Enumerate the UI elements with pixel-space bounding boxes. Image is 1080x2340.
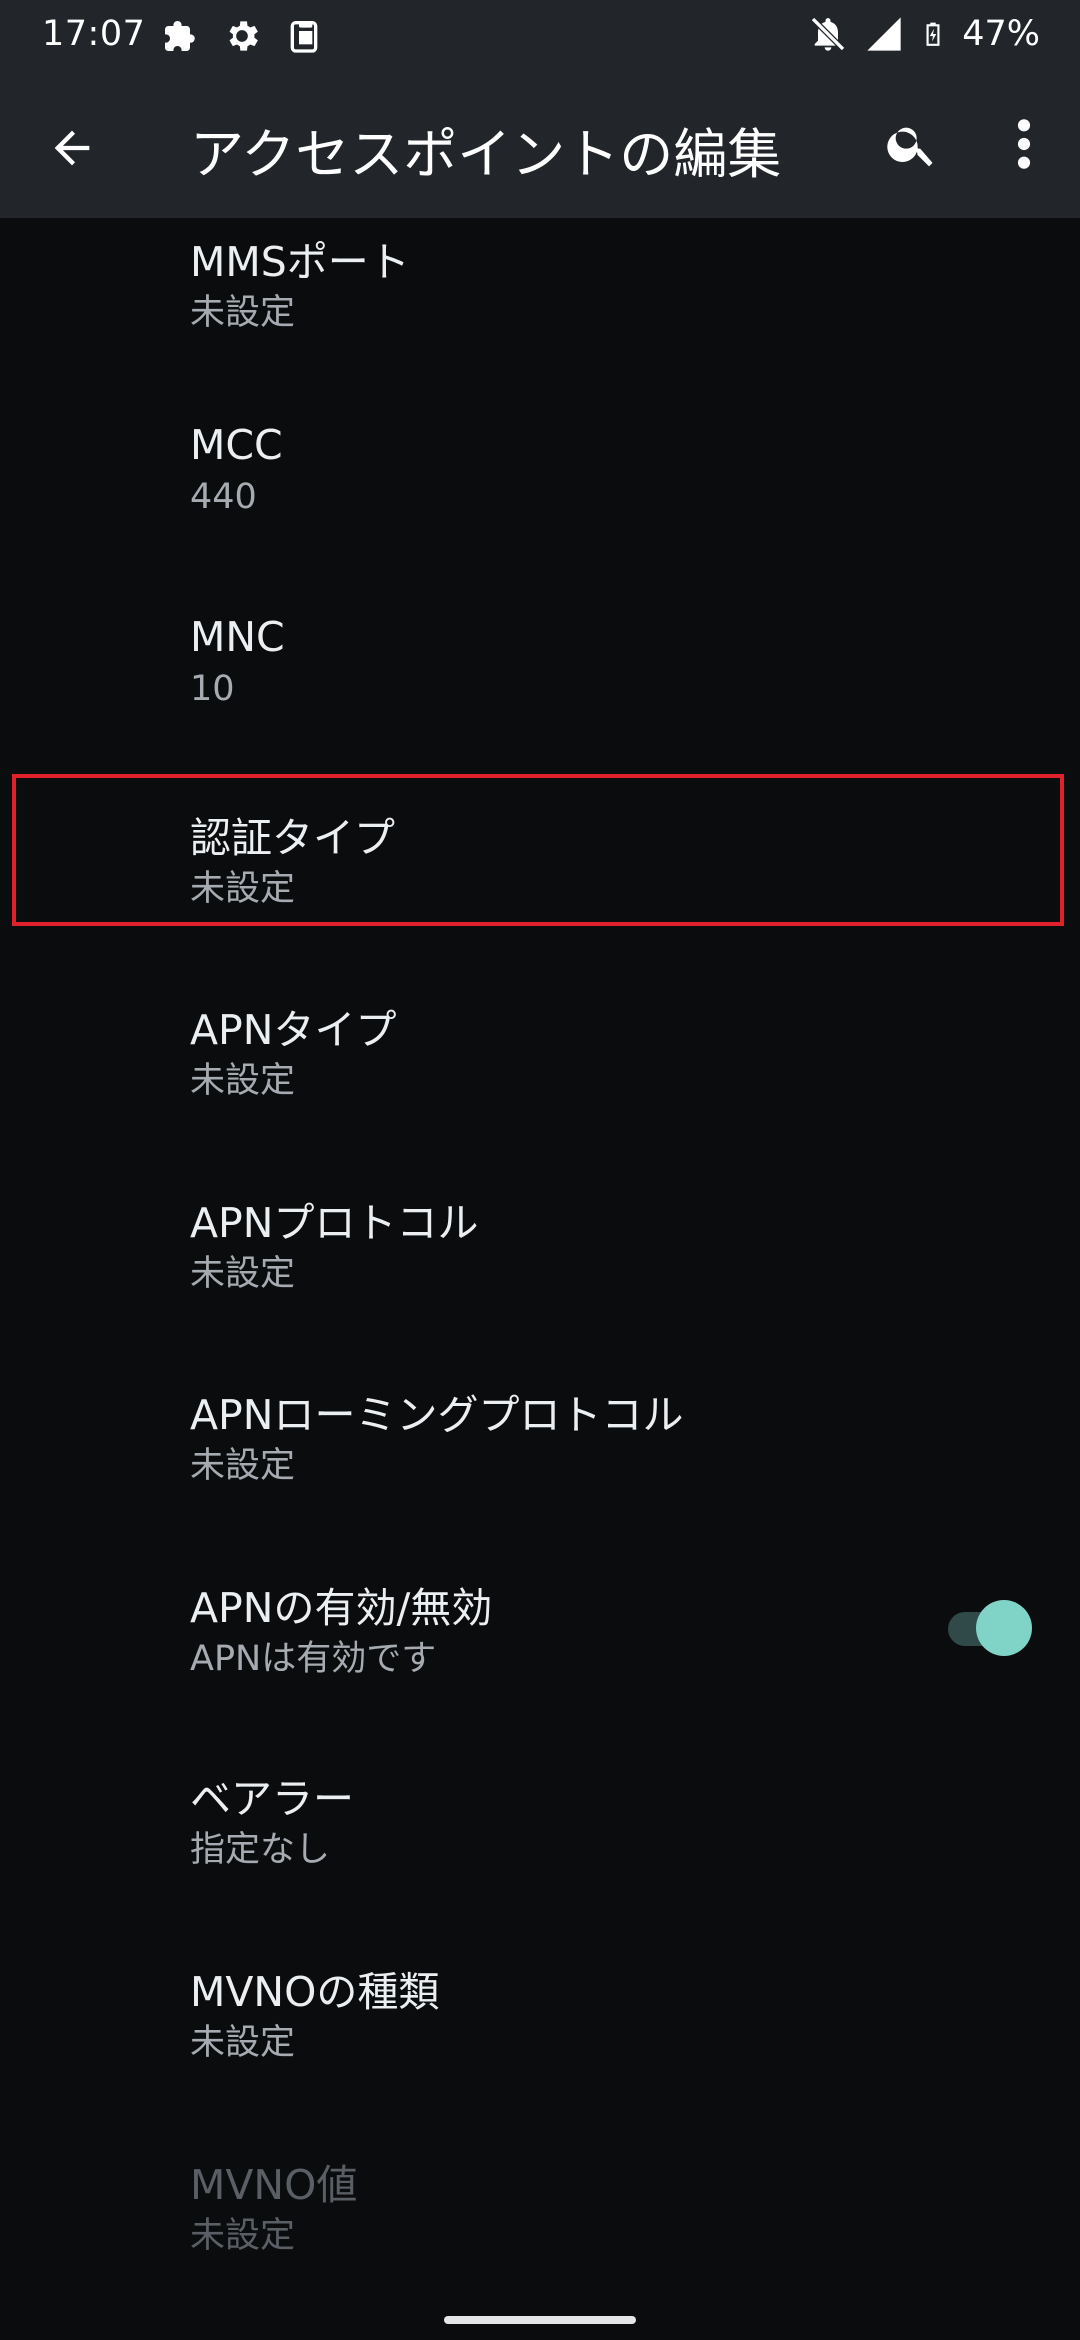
status-bar: 17:07 47% (0, 0, 1080, 72)
pref-summary: 指定なし (190, 1830, 331, 1870)
pref-summary: 未設定 (190, 2023, 296, 2063)
battery-percent: 47% (962, 14, 1040, 54)
battery-charging-icon (926, 22, 940, 46)
pref-summary: 未設定 (190, 1446, 296, 1486)
status-notification-icons (160, 16, 324, 56)
puzzle-icon (165, 21, 195, 51)
pref-mvno-type[interactable]: MVNOの種類 未設定 (0, 1958, 1080, 2148)
gesture-nav-handle[interactable] (444, 2316, 636, 2324)
pref-mcc[interactable]: MCC 440 (0, 421, 1080, 611)
pref-title: MCC (190, 421, 283, 469)
search-icon (887, 127, 933, 167)
gear-icon (229, 21, 258, 51)
signal-icon (867, 17, 901, 51)
apn-enable-switch[interactable] (946, 1600, 1032, 1656)
pref-summary: 未設定 (190, 1061, 296, 1101)
pref-bearer[interactable]: ベアラー 指定なし (0, 1765, 1080, 1955)
pref-title: MNC (190, 613, 285, 661)
page-title: アクセスポイントの編集 (190, 123, 782, 186)
search-button[interactable] (876, 108, 948, 180)
pref-title: APNタイプ (190, 1006, 397, 1054)
pref-apn-type[interactable]: APNタイプ 未設定 (0, 996, 1080, 1186)
status-system-icons: 47% (808, 14, 1040, 54)
switch-thumb (976, 1600, 1032, 1656)
pref-apn-enable[interactable]: APNの有効/無効 APNは有効です (0, 1574, 1080, 1764)
back-button[interactable] (36, 112, 108, 184)
pref-summary: 440 (190, 477, 257, 517)
pref-title: ベアラー (190, 1775, 354, 1823)
pref-summary: 10 (190, 669, 235, 709)
screen: 17:07 47% アクセスポイントの編集 MMSポート 未設定 MCC 440… (0, 0, 1080, 2340)
pref-mnc[interactable]: MNC 10 (0, 613, 1080, 803)
more-options-button[interactable] (1000, 108, 1048, 180)
pref-title: APNの有効/無効 (190, 1584, 493, 1632)
pref-summary: 未設定 (190, 293, 296, 333)
pref-title: MMSポート (190, 238, 410, 286)
more-vert-icon (1017, 119, 1031, 169)
status-time: 17:07 (42, 14, 146, 54)
pref-title: APNローミングプロトコル (190, 1391, 684, 1439)
pref-auth-type[interactable]: 認証タイプ 未設定 (0, 804, 1080, 994)
notifications-off-icon (811, 16, 846, 52)
pref-summary: APNは有効です (190, 1639, 437, 1679)
pref-summary: 未設定 (190, 869, 296, 909)
pref-mms-port[interactable]: MMSポート 未設定 (0, 228, 1080, 418)
app-bar: アクセスポイントの編集 (0, 72, 1080, 218)
pref-summary: 未設定 (190, 2216, 296, 2256)
pref-apn-roaming-protocol[interactable]: APNローミングプロトコル 未設定 (0, 1381, 1080, 1571)
pref-title: 認証タイプ (190, 814, 395, 862)
pref-title: MVNOの種類 (190, 1968, 440, 2016)
pref-title: MVNO値 (190, 2161, 358, 2209)
back-arrow-icon (54, 130, 90, 166)
pref-title: APNプロトコル (190, 1199, 479, 1247)
pref-summary: 未設定 (190, 1254, 296, 1294)
pref-apn-protocol[interactable]: APNプロトコル 未設定 (0, 1189, 1080, 1379)
pref-mvno-value: MVNO値 未設定 (0, 2151, 1080, 2340)
clipboard-icon (290, 21, 318, 53)
